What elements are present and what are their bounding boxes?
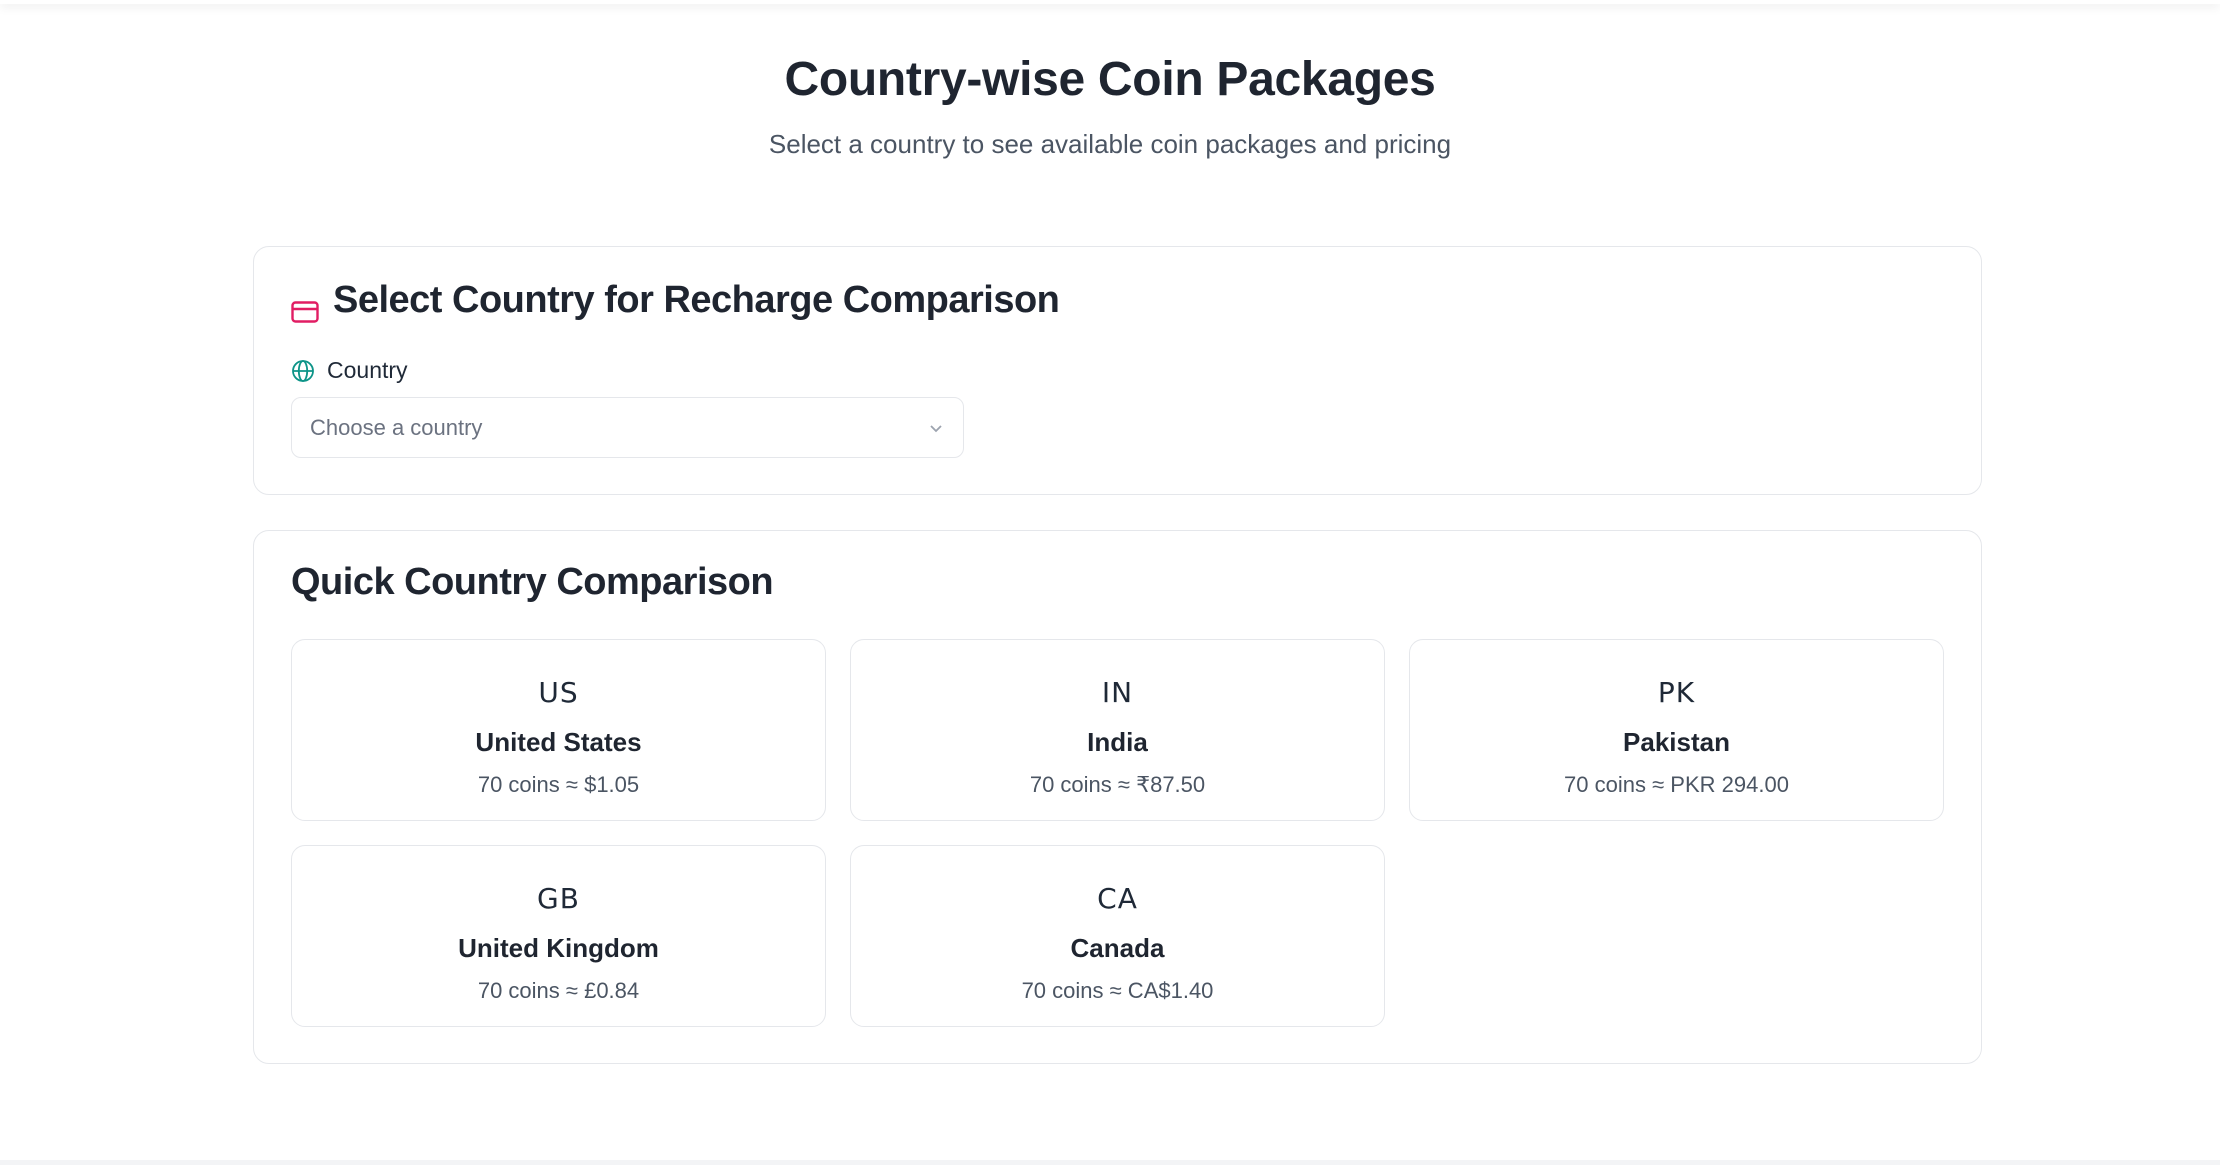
footer-divider (0, 1160, 2220, 1165)
country-price: 70 coins ≈ ₹87.50 (1029, 772, 1206, 797)
select-section-heading-text: Select Country for Recharge Comparison (333, 279, 1060, 321)
country-field-label-text: Country (327, 357, 408, 383)
page-title: Country-wise Coin Packages (784, 53, 1436, 106)
country-card-pk[interactable]: PK Pakistan 70 coins ≈ PKR 294.00 (1409, 639, 1944, 821)
country-name: Pakistan (1623, 727, 1730, 757)
country-card-in[interactable]: IN India 70 coins ≈ ₹87.50 (850, 639, 1385, 821)
comparison-heading: Quick Country Comparison (291, 561, 774, 603)
country-select-placeholder: Choose a country (310, 414, 483, 440)
country-price: 70 coins ≈ £0.84 (477, 978, 640, 1003)
country-code: CA (1097, 882, 1138, 915)
country-select-card: Select Country for Recharge Comparison C… (253, 246, 1982, 495)
country-name: Canada (1070, 933, 1165, 963)
chevron-down-icon (927, 419, 945, 437)
country-code: US (538, 676, 579, 709)
top-bar-shadow (0, 0, 2220, 4)
country-select[interactable]: Choose a country (291, 397, 964, 458)
country-card-gb[interactable]: GB United Kingdom 70 coins ≈ £0.84 (291, 845, 826, 1027)
globe-icon (291, 359, 315, 383)
country-price: 70 coins ≈ $1.05 (477, 772, 640, 797)
page-subtitle: Select a country to see available coin p… (768, 129, 1452, 159)
country-name: India (1087, 727, 1148, 757)
credit-card-icon (291, 290, 319, 323)
country-code: IN (1101, 676, 1134, 709)
quick-comparison-card: Quick Country Comparison US United State… (253, 530, 1982, 1064)
country-price: 70 coins ≈ PKR 294.00 (1564, 772, 1789, 797)
select-section-heading: Select Country for Recharge Comparison (291, 279, 1060, 323)
country-code: GB (537, 882, 580, 915)
country-price: 70 coins ≈ CA$1.40 (1021, 978, 1214, 1003)
page-header: Country-wise Coin Packages Select a coun… (0, 52, 2220, 160)
country-grid: US United States 70 coins ≈ $1.05 IN Ind… (291, 639, 1944, 1027)
country-card-ca[interactable]: CA Canada 70 coins ≈ CA$1.40 (850, 845, 1385, 1027)
country-card-us[interactable]: US United States 70 coins ≈ $1.05 (291, 639, 826, 821)
country-field-label: Country (291, 357, 408, 384)
country-name: United Kingdom (458, 933, 659, 963)
country-code: PK (1657, 676, 1696, 709)
country-name: United States (475, 727, 642, 757)
